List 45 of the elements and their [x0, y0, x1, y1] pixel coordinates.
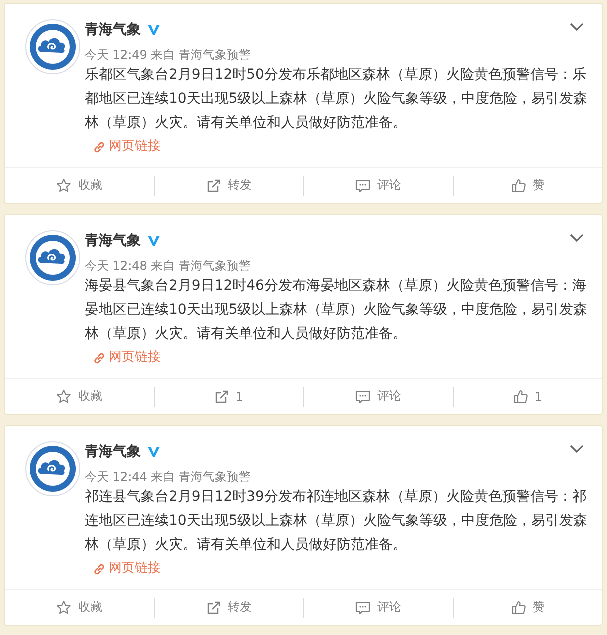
star-icon	[56, 600, 72, 616]
comment-icon	[355, 600, 372, 616]
thumbs-up-button[interactable]: 1	[508, 386, 547, 406]
star-button[interactable]: 收藏	[52, 175, 106, 196]
chevron-down-icon[interactable]	[570, 23, 584, 31]
thumbs-up-icon	[510, 600, 527, 616]
post-meta: 今天 12:44 来自 青海气象预警	[85, 469, 252, 485]
link-icon	[93, 140, 106, 154]
comment-button[interactable]: 评论	[351, 175, 406, 196]
thumbs-up-button[interactable]: 赞	[506, 597, 549, 618]
comment-icon	[355, 178, 372, 194]
cloud-logo-icon[interactable]	[25, 19, 81, 75]
post-text: 祁连县气象台2月9日12时39分发布祁连地区森林（草原）火险黄色预警信号：祁连地区已连续10天出现5级以上森林（草原）火险气象等级，中度危险，易引发森林（草原）火灾。请有关单位和人员做好防范准备。	[85, 488, 589, 555]
web-link[interactable]: 网页链接	[93, 135, 161, 159]
chevron-down-icon[interactable]	[570, 445, 584, 453]
share-icon	[206, 600, 222, 616]
post-meta: 今天 12:48 来自 青海气象预警	[85, 258, 252, 274]
web-link[interactable]: 网页链接	[93, 557, 161, 581]
author-name[interactable]: 青海气象	[85, 21, 141, 39]
post-text: 海晏县气象台2月9日12时46分发布海晏地区森林（草原）火险黄色预警信号：海晏地区已连续10天出现5级以上森林（草原）火险气象等级，中度危险，易引发森林（草原）火灾。请有关单位和人员做好防范准备。	[85, 277, 589, 344]
thumbs-up-icon	[512, 388, 529, 404]
comment-icon	[355, 388, 372, 404]
web-link[interactable]: 网页链接	[93, 346, 161, 370]
link-icon	[93, 352, 106, 364]
thumbs-up-button[interactable]: 赞	[506, 175, 549, 196]
post-meta: 今天 12:49 来自 青海气象预警	[85, 47, 252, 63]
star-button[interactable]: 收藏	[52, 386, 106, 407]
comment-button[interactable]: 评论	[351, 597, 406, 618]
share-icon	[206, 178, 222, 194]
star-icon	[56, 388, 72, 404]
link-icon	[93, 562, 106, 576]
author-name[interactable]: 青海气象	[85, 443, 141, 461]
share-icon	[214, 388, 230, 404]
author-name[interactable]: 青海气象	[85, 232, 141, 250]
share-button[interactable]: 转发	[202, 597, 256, 618]
cloud-logo-icon[interactable]	[25, 230, 81, 286]
thumbs-up-icon	[510, 178, 527, 194]
star-icon	[56, 178, 72, 194]
share-button[interactable]: 1	[210, 386, 248, 406]
post-text: 乐都区气象台2月9日12时50分发布乐都地区森林（草原）火险黄色预警信号：乐都地区已连续10天出现5级以上森林（草原）火险气象等级，中度危险，易引发森林（草原）火灾。请有关单位和人员做好防范准备。	[85, 66, 589, 133]
star-button[interactable]: 收藏	[52, 597, 106, 618]
comment-button[interactable]: 评论	[351, 386, 406, 407]
chevron-down-icon[interactable]	[570, 234, 584, 242]
share-button[interactable]: 转发	[202, 175, 256, 196]
cloud-logo-icon[interactable]	[25, 441, 81, 497]
